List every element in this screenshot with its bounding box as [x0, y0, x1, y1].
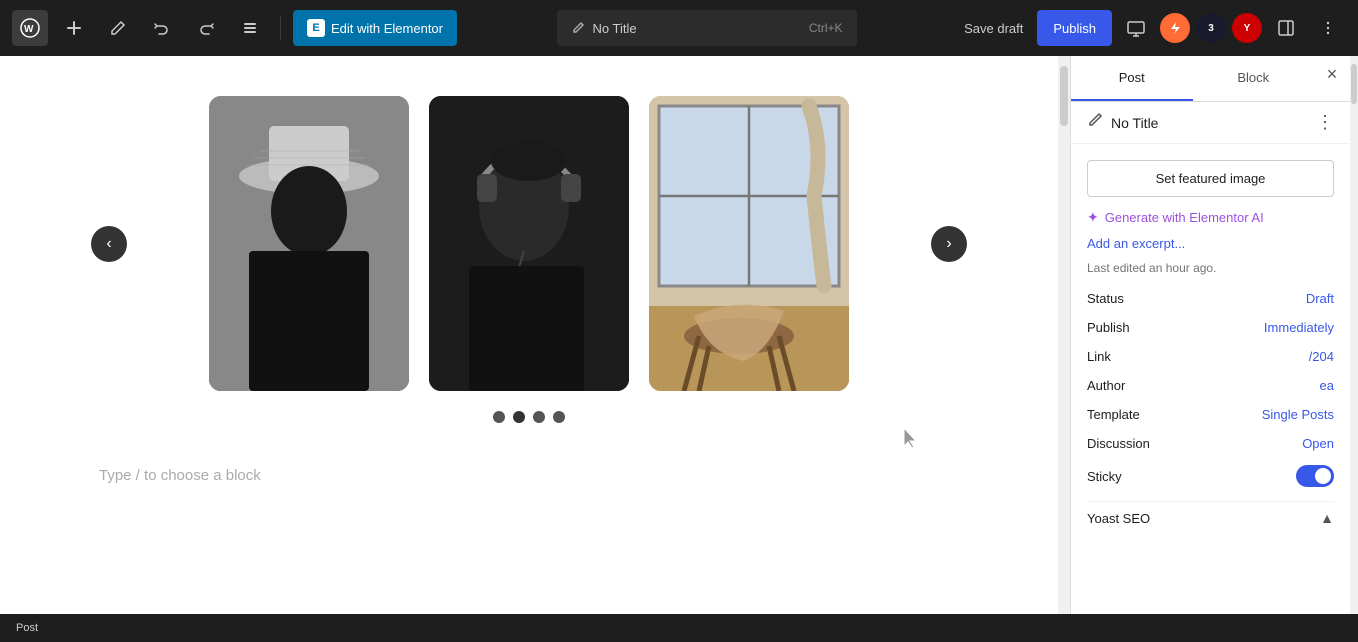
meta-label-status: Status: [1087, 291, 1124, 306]
slider-prev-button[interactable]: ‹: [91, 226, 127, 262]
post-title-text: No Title: [593, 21, 801, 36]
wp-logo[interactable]: W: [12, 10, 48, 46]
meta-label-author: Author: [1087, 378, 1125, 393]
preview-button[interactable]: [1118, 10, 1154, 46]
slider-wrapper: ‹ ›: [99, 96, 959, 391]
yoast-chevron-icon[interactable]: ▲: [1320, 510, 1334, 526]
slider-prev-icon: ‹: [106, 235, 111, 253]
image-woman-hat: [209, 96, 409, 391]
ai-sparkle-icon: ✦: [1087, 209, 1099, 226]
slider-images: [99, 96, 959, 391]
meta-label-link: Link: [1087, 349, 1111, 364]
meta-value-discussion[interactable]: Open: [1302, 436, 1334, 451]
sidebar-close-button[interactable]: ×: [1314, 56, 1350, 92]
last-edited-text: Last edited an hour ago.: [1087, 261, 1334, 275]
slide-image-3: [649, 96, 849, 391]
meta-value-template[interactable]: Single Posts: [1262, 407, 1334, 422]
status-bar-label: Post: [16, 622, 38, 634]
yoast-section-header[interactable]: Yoast SEO ▲: [1087, 501, 1334, 534]
meta-value-publish[interactable]: Immediately: [1264, 320, 1334, 335]
more-options-button[interactable]: [1310, 10, 1346, 46]
meta-row-publish: Publish Immediately: [1087, 320, 1334, 335]
post-edit-icon: [1087, 112, 1103, 133]
set-featured-image-button[interactable]: Set featured image: [1087, 160, 1334, 197]
settings-panel-button[interactable]: [1268, 10, 1304, 46]
plugin-icon-3[interactable]: 3: [1196, 13, 1226, 43]
sidebar: Post Block × No Title ⋮ Set featured ima…: [1070, 56, 1350, 614]
undo-button[interactable]: [144, 10, 180, 46]
plugin-icon-bolt[interactable]: [1160, 13, 1190, 43]
toolbar-right: Save draft Publish 3 Y: [956, 10, 1346, 46]
canvas-scrollbar[interactable]: [1058, 56, 1070, 614]
slide-image-2: [429, 96, 629, 391]
elementor-icon: E: [307, 19, 325, 37]
meta-label-publish: Publish: [1087, 320, 1130, 335]
yoast-section-label: Yoast SEO: [1087, 511, 1150, 526]
toolbar-divider: [280, 16, 281, 40]
svg-text:W: W: [24, 24, 34, 35]
tab-block[interactable]: Block: [1193, 56, 1315, 101]
image-headphones: [429, 96, 629, 391]
yoast-label: Y: [1244, 23, 1251, 34]
generate-ai-label: Generate with Elementor AI: [1105, 210, 1264, 225]
canvas-scroll-thumb[interactable]: [1060, 66, 1068, 126]
sticky-toggle[interactable]: [1296, 465, 1334, 487]
add-block-button[interactable]: [56, 10, 92, 46]
meta-value-link[interactable]: /204: [1309, 349, 1334, 364]
meta-value-author[interactable]: ea: [1320, 378, 1334, 393]
sidebar-scrollbar[interactable]: [1350, 56, 1358, 614]
slider-dot-2[interactable]: [513, 411, 525, 423]
sidebar-post-title: No Title: [1111, 115, 1316, 131]
meta-row-link: Link /204: [1087, 349, 1334, 364]
post-title-shortcut: Ctrl+K: [809, 21, 843, 35]
toolbar: W E Edit with Elementor: [0, 0, 1358, 56]
image-chair: [649, 96, 849, 391]
sidebar-more-button[interactable]: ⋮: [1316, 112, 1334, 133]
post-title-bar[interactable]: No Title Ctrl+K: [557, 10, 857, 46]
meta-row-discussion: Discussion Open: [1087, 436, 1334, 451]
slider-dots: [99, 411, 959, 423]
slide-image-1: [209, 96, 409, 391]
sidebar-post-header: No Title ⋮: [1071, 102, 1350, 144]
slider-dot-3[interactable]: [533, 411, 545, 423]
slider-next-icon: ›: [946, 235, 951, 253]
edit-mode-button[interactable]: [100, 10, 136, 46]
meta-row-author: Author ea: [1087, 378, 1334, 393]
list-view-button[interactable]: [232, 10, 268, 46]
meta-label-sticky: Sticky: [1087, 469, 1122, 484]
meta-row-status: Status Draft: [1087, 291, 1334, 306]
add-excerpt-link[interactable]: Add an excerpt...: [1087, 236, 1334, 251]
plugin-icon-yoast[interactable]: Y: [1232, 13, 1262, 43]
elementor-button-label: Edit with Elementor: [331, 21, 443, 36]
slider-dot-4[interactable]: [553, 411, 565, 423]
main-area: ‹ › Type / to choose a block Pos: [0, 56, 1358, 614]
meta-label-template: Template: [1087, 407, 1140, 422]
meta-row-template: Template Single Posts: [1087, 407, 1334, 422]
elementor-icon-letter: E: [312, 22, 319, 34]
plugin-3-label: 3: [1208, 23, 1214, 34]
tab-post[interactable]: Post: [1071, 56, 1193, 101]
editor-canvas[interactable]: ‹ › Type / to choose a block: [0, 56, 1058, 614]
sidebar-body: Set featured image ✦ Generate with Eleme…: [1071, 144, 1350, 614]
publish-button[interactable]: Publish: [1037, 10, 1112, 46]
canvas-content: ‹ › Type / to choose a block: [99, 96, 959, 500]
meta-value-status[interactable]: Draft: [1306, 291, 1334, 306]
generate-ai-link[interactable]: ✦ Generate with Elementor AI: [1087, 209, 1334, 226]
status-bar: Post: [0, 614, 1358, 642]
meta-row-sticky: Sticky: [1087, 465, 1334, 487]
slider-dot-1[interactable]: [493, 411, 505, 423]
sidebar-tabs: Post Block ×: [1071, 56, 1350, 102]
type-block-hint[interactable]: Type / to choose a block: [99, 451, 959, 500]
toolbar-center: No Title Ctrl+K: [465, 10, 948, 46]
slider-next-button[interactable]: ›: [931, 226, 967, 262]
sidebar-scroll-thumb[interactable]: [1351, 64, 1357, 104]
edit-with-elementor-button[interactable]: E Edit with Elementor: [293, 10, 457, 46]
save-draft-button[interactable]: Save draft: [956, 10, 1031, 46]
meta-label-discussion: Discussion: [1087, 436, 1150, 451]
redo-button[interactable]: [188, 10, 224, 46]
